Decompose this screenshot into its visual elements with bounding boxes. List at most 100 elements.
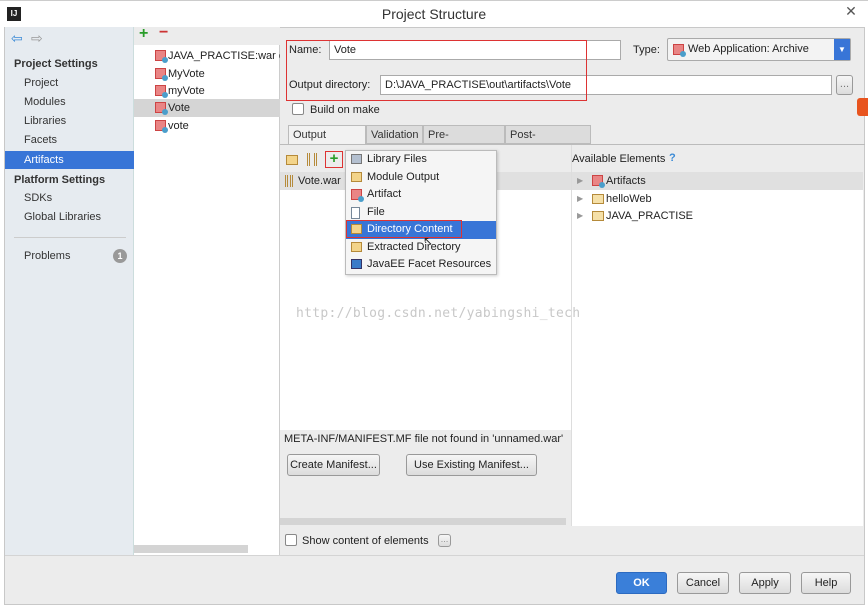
artifact-label: myVote <box>168 85 205 97</box>
artifact-icon <box>155 120 168 133</box>
type-value: Web Application: Archive <box>688 43 809 55</box>
menu-item-file[interactable]: File <box>346 204 496 222</box>
artifact-icon <box>155 85 168 98</box>
artifact-icon <box>155 68 168 81</box>
horizontal-scrollbar[interactable] <box>280 518 566 525</box>
available-elements-header: Available Elements <box>572 153 666 165</box>
artifact-item[interactable]: MyVote <box>134 65 280 83</box>
manifest-message: META-INF/MANIFEST.MF file not found in '… <box>284 433 564 445</box>
menu-label: Extracted Directory <box>367 240 461 253</box>
artifact-icon <box>155 50 168 63</box>
add-element-button[interactable]: + <box>325 151 343 168</box>
sidebar-item-libraries[interactable]: Libraries <box>5 112 134 130</box>
menu-item-module-output[interactable]: Module Output <box>346 169 496 187</box>
menu-label: File <box>367 205 385 218</box>
menu-label: Module Output <box>367 170 440 183</box>
use-existing-manifest-button[interactable]: Use Existing Manifest... <box>406 454 537 476</box>
sidebar-item-global-libraries[interactable]: Global Libraries <box>5 208 134 226</box>
title-bar: IJ Project Structure ✕ <box>0 0 868 27</box>
menu-item-extracted-directory[interactable]: Extracted Directory <box>346 239 496 257</box>
menu-label: JavaEE Facet Resources <box>367 258 492 270</box>
menu-label: Library Files <box>367 153 427 165</box>
mouse-cursor-icon: ↖ <box>423 234 434 248</box>
sidebar-item-sdks[interactable]: SDKs <box>5 189 134 207</box>
close-icon[interactable]: ✕ <box>836 3 866 21</box>
expand-icon[interactable]: ▶ <box>577 172 583 190</box>
divider <box>5 555 864 556</box>
sidebar: ⇦ ⇨ Project Settings Project Modules Lib… <box>5 27 134 555</box>
ok-button[interactable]: OK <box>616 572 667 594</box>
extracted-folder-icon <box>351 241 362 252</box>
war-icon <box>285 175 293 187</box>
archive-icon[interactable] <box>307 153 317 166</box>
platform-settings-header: Platform Settings <box>14 174 106 186</box>
artifact-item[interactable]: vote <box>134 117 280 135</box>
artifact-toolbar: + − <box>134 24 280 45</box>
sidebar-item-project[interactable]: Project <box>5 74 134 92</box>
menu-item-javaee-facet-resources[interactable]: JavaEE Facet Resources <box>346 256 496 274</box>
artifact-icon <box>673 44 686 57</box>
artifact-label: Vote <box>168 102 191 114</box>
artifact-icon <box>351 189 364 202</box>
module-folder-icon <box>592 211 604 221</box>
cancel-button[interactable]: Cancel <box>677 572 729 594</box>
window-title: Project Structure <box>381 6 487 22</box>
forward-icon[interactable]: ⇨ <box>31 30 43 47</box>
create-manifest-button[interactable]: Create Manifest... <box>287 454 380 476</box>
tab-post-processing[interactable]: Post-processing <box>505 125 591 159</box>
artifact-label: vote <box>168 120 189 132</box>
add-artifact-button[interactable]: + <box>139 25 148 43</box>
facet-icon <box>351 259 362 269</box>
sidebar-item-artifacts[interactable]: Artifacts <box>5 151 134 169</box>
add-element-menu: Library Files Module Output Artifact Fil… <box>345 150 497 275</box>
build-on-make-label: Build on make <box>310 104 380 116</box>
artifact-icon <box>592 175 605 188</box>
show-content-options-button[interactable]: … <box>438 534 451 547</box>
module-folder-icon <box>592 194 604 204</box>
available-item[interactable]: ▶ JAVA_PRACTISE <box>572 207 693 225</box>
expand-icon[interactable]: ▶ <box>577 207 583 225</box>
available-elements-panel: Available Elements ? ▶ Artifacts ▶ helloWe… <box>571 145 864 526</box>
artifact-item[interactable]: myVote <box>134 82 280 100</box>
help-button[interactable]: Help <box>801 572 851 594</box>
artifact-icon <box>155 102 168 115</box>
chevron-down-icon[interactable]: ▼ <box>834 39 850 60</box>
menu-item-library-files[interactable]: Library Files <box>346 151 496 169</box>
show-content-label: Show content of elements <box>302 535 429 547</box>
type-label: Type: <box>633 44 660 56</box>
artifact-item-selected[interactable]: Vote <box>134 99 280 117</box>
expand-icon[interactable]: ▶ <box>577 190 583 208</box>
module-folder-icon <box>351 171 362 182</box>
artifact-list: + − JAVA_PRACTISE:war ex MyVote myVote V… <box>134 24 280 555</box>
artifact-label: MyVote <box>168 68 205 80</box>
watermark: http://blog.csdn.net/yabingshi_tech <box>296 306 581 321</box>
type-select[interactable]: Web Application: Archive ▼ <box>667 38 851 61</box>
root-label: Vote.war <box>298 175 341 187</box>
browse-button[interactable]: ... <box>836 75 853 95</box>
help-icon[interactable]: ? <box>669 152 676 164</box>
tab-output-layout[interactable]: Output Layout <box>288 125 366 159</box>
available-item[interactable]: ▶ helloWeb <box>572 190 652 208</box>
tab-validation[interactable]: Validation <box>366 125 423 144</box>
menu-item-artifact[interactable]: Artifact <box>346 186 496 204</box>
problems-badge: 1 <box>113 249 127 263</box>
side-widget-icon <box>857 98 868 116</box>
artifact-item[interactable]: JAVA_PRACTISE:war ex <box>134 47 280 65</box>
sidebar-item-modules[interactable]: Modules <box>5 93 134 111</box>
highlight-box <box>346 220 462 238</box>
back-icon[interactable]: ⇦ <box>11 30 23 47</box>
available-item[interactable]: ▶ Artifacts <box>572 172 863 190</box>
horizontal-scrollbar[interactable] <box>134 545 248 553</box>
build-on-make-checkbox[interactable] <box>292 103 304 115</box>
highlight-box <box>286 40 587 101</box>
apply-button[interactable]: Apply <box>739 572 791 594</box>
divider <box>14 237 126 238</box>
available-label: helloWeb <box>606 193 652 205</box>
remove-artifact-button[interactable]: − <box>159 24 168 42</box>
tab-pre-processing[interactable]: Pre-processing <box>423 125 505 159</box>
library-icon <box>351 154 362 164</box>
show-content-checkbox[interactable] <box>285 534 297 546</box>
create-directory-icon[interactable] <box>286 155 298 165</box>
available-label: JAVA_PRACTISE <box>606 210 694 222</box>
sidebar-item-facets[interactable]: Facets <box>5 131 134 149</box>
